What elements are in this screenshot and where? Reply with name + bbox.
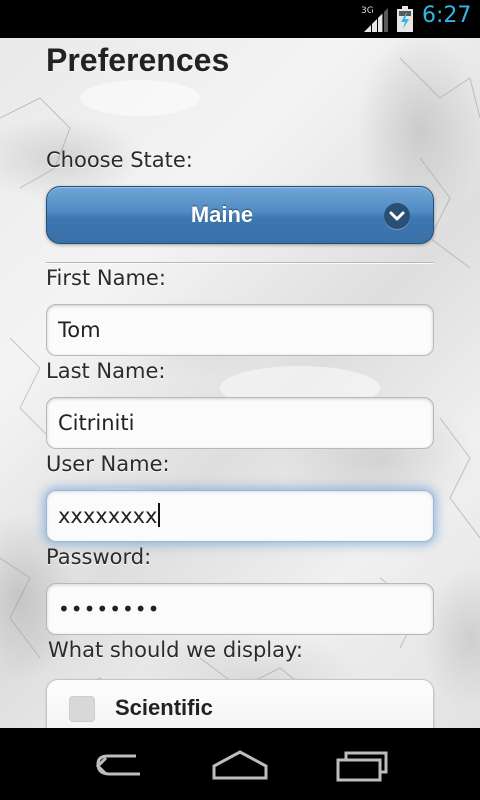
last-name-value: Citriniti (58, 411, 135, 435)
first-name-label: First Name: (46, 266, 166, 290)
home-icon[interactable] (210, 744, 270, 784)
status-bar: 3G 6:27 (0, 0, 480, 38)
clock-time: 6:27 (422, 3, 472, 28)
state-select-value: Maine (190, 202, 254, 227)
back-icon[interactable] (90, 744, 150, 784)
text-cursor (158, 503, 161, 527)
checkbox-icon (69, 696, 95, 722)
preferences-page: Preferences Choose State: Maine First Na… (0, 38, 480, 728)
last-name-field[interactable]: Citriniti (46, 397, 434, 449)
first-name-value: Tom (58, 318, 101, 342)
user-name-label: User Name: (46, 452, 170, 476)
chevron-down-icon (384, 203, 410, 229)
state-select[interactable]: Maine (46, 186, 434, 244)
last-name-label: Last Name: (46, 359, 166, 383)
signal-icon (364, 8, 388, 32)
password-field[interactable]: •••••••• (46, 583, 434, 635)
page-title: Preferences (46, 42, 230, 78)
navigation-bar (0, 728, 480, 800)
checkbox-label: Scientific (115, 695, 213, 720)
password-label: Password: (46, 545, 152, 569)
recent-apps-icon[interactable] (332, 744, 392, 784)
choose-state-label: Choose State: (46, 148, 193, 172)
user-name-value: xxxxxxxx (58, 504, 158, 528)
first-name-field[interactable]: Tom (46, 304, 434, 356)
display-options-list: Scientific (46, 679, 434, 728)
user-name-field[interactable]: xxxxxxxx (46, 490, 434, 542)
battery-charging-icon (397, 6, 413, 32)
display-label: What should we display: (48, 638, 303, 662)
divider (46, 262, 434, 264)
password-value: •••••••• (58, 597, 161, 621)
checkbox-scientific[interactable]: Scientific (47, 680, 433, 728)
